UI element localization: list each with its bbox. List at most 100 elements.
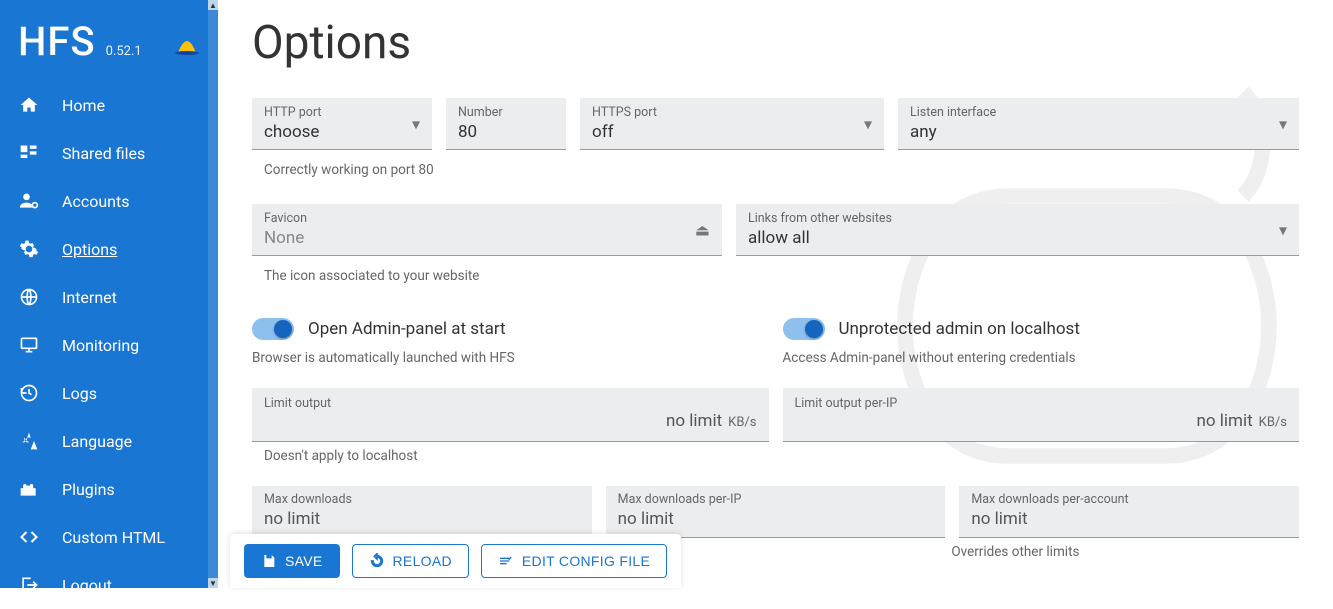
sidebar-item-label: Language bbox=[62, 432, 132, 451]
field-value: None bbox=[264, 228, 712, 248]
main: Options HTTP port choose ▾ Number 80 HTT… bbox=[218, 0, 1333, 588]
accounts-icon bbox=[18, 190, 40, 212]
https-port-select[interactable]: HTTPS port off ▾ bbox=[580, 98, 884, 150]
gear-icon bbox=[18, 238, 40, 260]
sidebar-item-label: Options bbox=[62, 240, 117, 259]
field-value: 80 bbox=[458, 122, 556, 142]
downloads-hint: Overrides other limits bbox=[939, 538, 1299, 560]
max-downloads-input[interactable]: Max downloads no limit bbox=[252, 486, 592, 538]
toggle-hint: Access Admin-panel without entering cred… bbox=[783, 350, 1300, 366]
save-button[interactable]: SAVE bbox=[244, 544, 340, 578]
edit-icon bbox=[498, 553, 514, 569]
field-label: Favicon bbox=[264, 211, 712, 226]
scroll-down-icon[interactable]: ▼ bbox=[208, 578, 218, 588]
sidebar-item-label: Shared files bbox=[62, 144, 145, 163]
field-label: HTTP port bbox=[264, 105, 422, 120]
plugin-icon bbox=[18, 478, 40, 500]
field-unit: KB/s bbox=[1259, 415, 1287, 430]
toggle-label: Unprotected admin on localhost bbox=[839, 319, 1080, 339]
unprotected-admin-toggle[interactable] bbox=[783, 318, 825, 340]
logout-icon bbox=[18, 574, 40, 596]
sidebar-item-label: Internet bbox=[62, 288, 117, 307]
listen-interface-select[interactable]: Listen interface any ▾ bbox=[898, 98, 1299, 150]
sidebar-item-options[interactable]: Options bbox=[0, 225, 218, 273]
sidebar-item-label: Plugins bbox=[62, 480, 115, 499]
sidebar-item-custom-html[interactable]: Custom HTML bbox=[0, 513, 218, 561]
history-icon bbox=[18, 382, 40, 404]
nav: Home Shared files Accounts Options Inter… bbox=[0, 81, 218, 609]
button-label: EDIT CONFIG FILE bbox=[522, 553, 650, 569]
sidebar-item-label: Home bbox=[62, 96, 105, 115]
sidebar-item-label: Monitoring bbox=[62, 336, 139, 355]
field-label: Links from other websites bbox=[748, 211, 1289, 226]
reload-icon bbox=[369, 553, 385, 569]
favicon-hint: The icon associated to your website bbox=[252, 262, 1299, 284]
http-port-select[interactable]: HTTP port choose ▾ bbox=[252, 98, 432, 150]
port-status-text: Correctly working on port 80 bbox=[252, 156, 1299, 178]
sidebar-item-plugins[interactable]: Plugins bbox=[0, 465, 218, 513]
open-admin-toggle[interactable] bbox=[252, 318, 294, 340]
chevron-down-icon: ▾ bbox=[864, 114, 872, 133]
sidebar-item-internet[interactable]: Internet bbox=[0, 273, 218, 321]
sidebar-item-monitoring[interactable]: Monitoring bbox=[0, 321, 218, 369]
port-number-input[interactable]: Number 80 bbox=[446, 98, 566, 150]
home-icon bbox=[18, 94, 40, 116]
field-label: Limit output per-IP bbox=[795, 396, 1288, 411]
chevron-down-icon: ▾ bbox=[1279, 220, 1287, 239]
translate-icon bbox=[18, 430, 40, 452]
button-label: SAVE bbox=[285, 553, 323, 569]
max-downloads-perip-input[interactable]: Max downloads per-IP no limit bbox=[606, 486, 946, 538]
field-value: any bbox=[910, 122, 1289, 142]
sidebar-item-label: Logs bbox=[62, 384, 97, 403]
monitor-icon bbox=[18, 334, 40, 356]
limit-output-input[interactable]: Limit output no limit KB/s bbox=[252, 388, 769, 442]
app-version: 0.52.1 bbox=[106, 44, 142, 59]
sidebar-item-shared-files[interactable]: Shared files bbox=[0, 129, 218, 177]
links-select[interactable]: Links from other websites allow all ▾ bbox=[736, 204, 1299, 256]
button-label: RELOAD bbox=[393, 553, 452, 569]
limit-hint: Doesn't apply to localhost bbox=[252, 442, 1299, 464]
limit-output-perip-input[interactable]: Limit output per-IP no limit KB/s bbox=[783, 388, 1300, 442]
chevron-down-icon: ▾ bbox=[412, 114, 420, 133]
sidebar-item-accounts[interactable]: Accounts bbox=[0, 177, 218, 225]
field-unit: KB/s bbox=[728, 415, 756, 430]
edit-config-button[interactable]: EDIT CONFIG FILE bbox=[481, 544, 667, 578]
field-value: no limit bbox=[971, 509, 1287, 529]
eject-icon[interactable]: ⏏ bbox=[695, 220, 710, 239]
field-value: no limit bbox=[1196, 411, 1252, 431]
code-icon bbox=[18, 526, 40, 548]
sidebar-scrollbar[interactable]: ▲ ▼ bbox=[208, 0, 218, 588]
globe-icon bbox=[18, 286, 40, 308]
page-title: Options bbox=[252, 16, 1299, 70]
sidebar-item-language[interactable]: Language bbox=[0, 417, 218, 465]
field-value: no limit bbox=[666, 411, 722, 431]
max-downloads-peraccount-input[interactable]: Max downloads per-account no limit bbox=[959, 486, 1299, 538]
toggle-hint: Browser is automatically launched with H… bbox=[252, 350, 769, 366]
action-bar: SAVE RELOAD EDIT CONFIG FILE bbox=[230, 534, 681, 588]
shared-files-icon bbox=[18, 142, 40, 164]
sidebar-item-logs[interactable]: Logs bbox=[0, 369, 218, 417]
sidebar-item-label: Custom HTML bbox=[62, 528, 165, 547]
brand-icon bbox=[174, 35, 200, 55]
field-value: no limit bbox=[618, 509, 934, 529]
field-label: Listen interface bbox=[910, 105, 1289, 120]
field-label: Max downloads bbox=[264, 492, 580, 507]
field-value: choose bbox=[264, 122, 422, 142]
field-value: allow all bbox=[748, 228, 1289, 248]
sidebar-item-home[interactable]: Home bbox=[0, 81, 218, 129]
save-icon bbox=[261, 553, 277, 569]
field-label: Max downloads per-IP bbox=[618, 492, 934, 507]
toggle-label: Open Admin-panel at start bbox=[308, 319, 506, 339]
field-label: Max downloads per-account bbox=[971, 492, 1287, 507]
sidebar-item-label: Accounts bbox=[62, 192, 129, 211]
favicon-input[interactable]: Favicon None ⏏ bbox=[252, 204, 722, 256]
field-label: Number bbox=[458, 105, 556, 120]
scroll-up-icon[interactable]: ▲ bbox=[208, 0, 218, 10]
field-label: HTTPS port bbox=[592, 105, 874, 120]
field-value: no limit bbox=[264, 509, 580, 529]
field-label: Limit output bbox=[264, 396, 757, 411]
app-name: HFS bbox=[18, 18, 96, 65]
sidebar-item-logout[interactable]: Logout bbox=[0, 561, 218, 609]
reload-button[interactable]: RELOAD bbox=[352, 544, 469, 578]
sidebar-item-label: Logout bbox=[62, 576, 112, 595]
